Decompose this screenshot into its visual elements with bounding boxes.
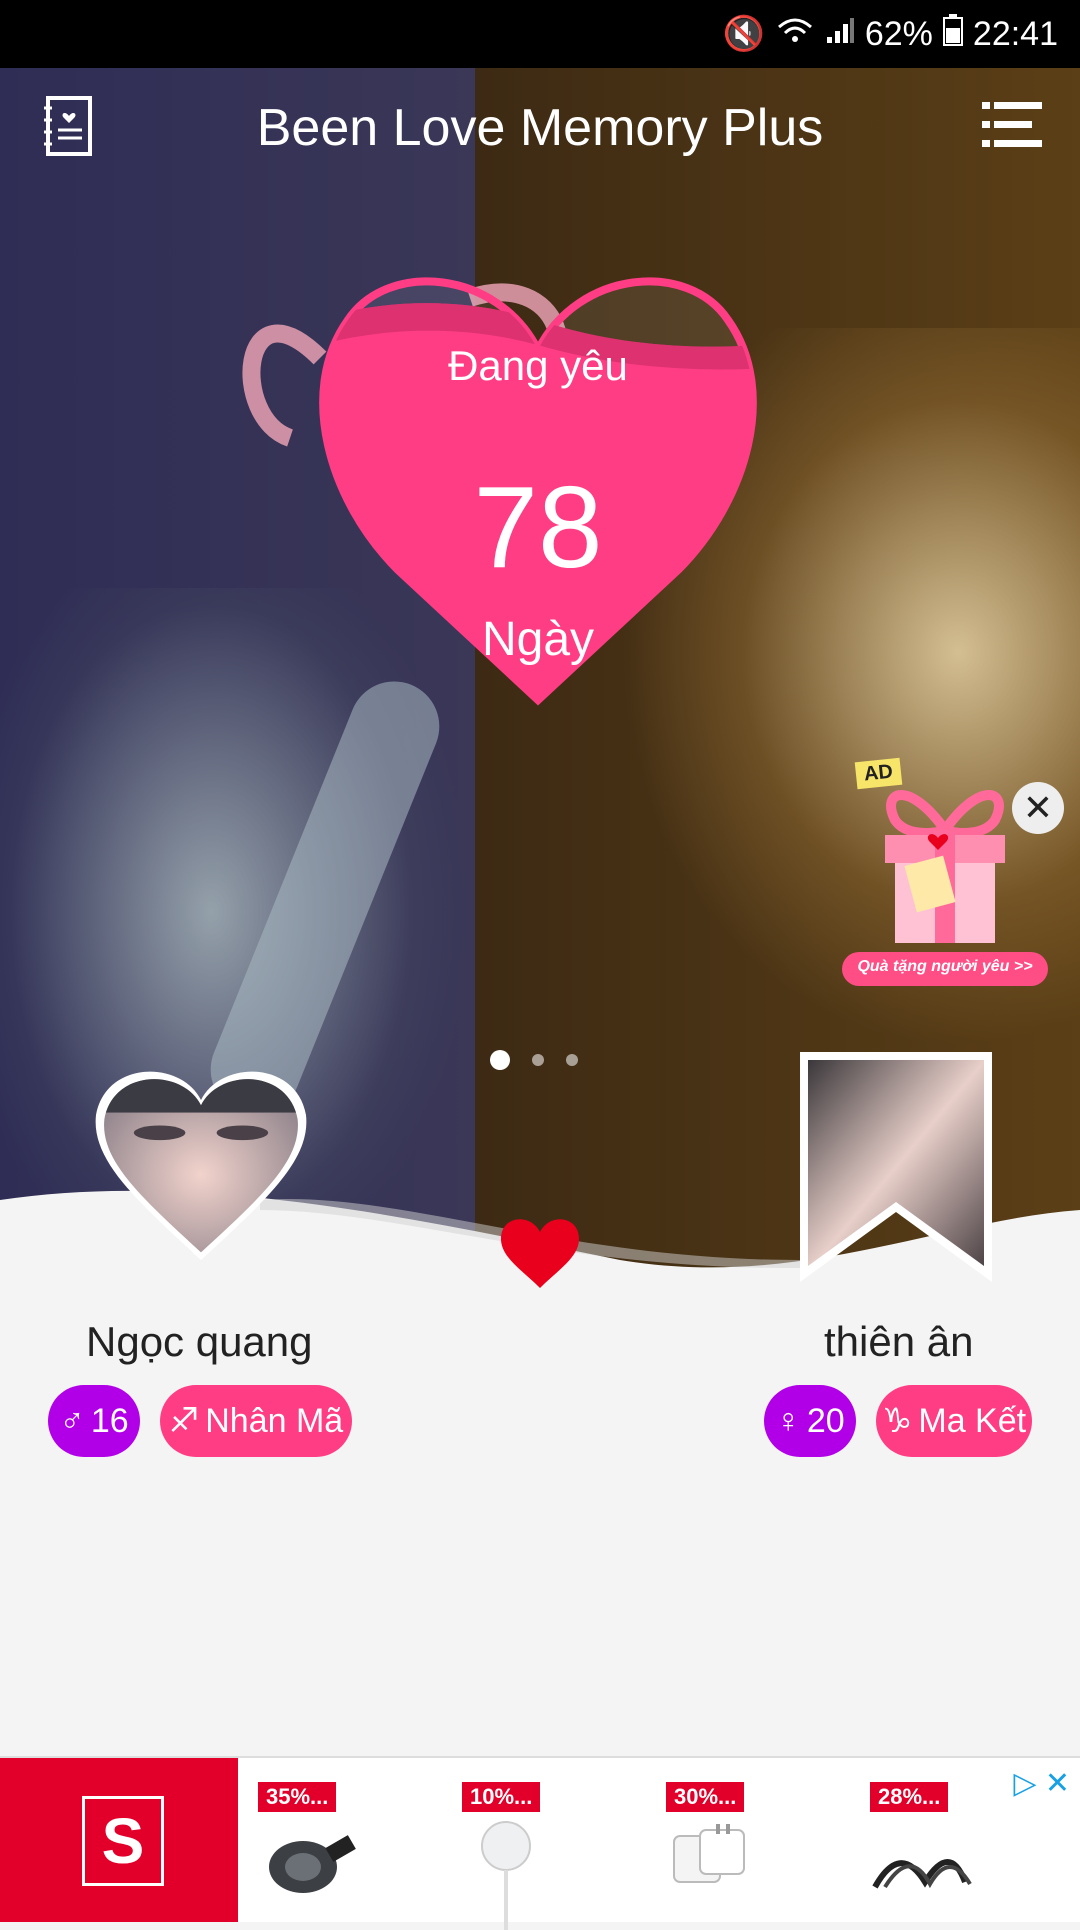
car-charger-icon — [269, 1835, 356, 1893]
sagittarius-icon: ♐ — [168, 1402, 200, 1440]
discount-tag: 30%... — [666, 1782, 745, 1812]
battery-icon — [942, 13, 963, 55]
ad-product-wall-charger[interactable]: 30%... — [666, 1782, 826, 1912]
female-icon: ♀ — [775, 1401, 801, 1440]
person-left-name: Ngọc quang — [86, 1318, 313, 1365]
zodiac-badge-right[interactable]: ♑ Ma Kết — [876, 1385, 1032, 1457]
close-icon: ✕ — [1022, 787, 1054, 828]
shop-logo-letter: S — [82, 1796, 164, 1886]
counter-days: 78 — [473, 462, 603, 592]
ad-product-cable[interactable]: 28%... — [870, 1782, 1030, 1912]
ad-badge: AD — [854, 757, 903, 790]
pennant-avatar-frame — [800, 1052, 992, 1282]
avatar-right[interactable] — [800, 1052, 992, 1282]
heart-avatar-frame — [95, 1071, 307, 1260]
counter-top-label: Đang yêu — [448, 342, 628, 389]
adchoices-icon[interactable]: ▷ ✕ — [1013, 1766, 1070, 1801]
discount-tag: 35%... — [258, 1782, 337, 1812]
battery-level: 62% — [864, 14, 933, 53]
list-menu-icon — [982, 102, 1042, 147]
male-icon: ♂ — [59, 1401, 85, 1440]
status-icons: 🔇 62% 22:41 — [722, 0, 1058, 68]
app-title: Been Love Memory Plus — [256, 99, 824, 157]
pager-dot[interactable] — [566, 1054, 578, 1066]
zodiac-right: Ma Kết — [918, 1401, 1027, 1440]
wifi-icon — [775, 15, 815, 54]
signal-icon — [825, 15, 855, 54]
discount-tag: 10%... — [462, 1782, 541, 1812]
app-bar: Been Love Memory Plus — [0, 68, 1080, 198]
clock: 22:41 — [972, 14, 1058, 53]
pager-dots — [490, 1050, 578, 1070]
ad-banner[interactable]: S 35%... 10%... 30%... 28%... ▷ ✕ — [0, 1756, 1080, 1930]
love-counter-heart[interactable]: Đang yêu 78 Ngày — [268, 240, 808, 770]
wall-charger-icon — [673, 1824, 745, 1883]
zodiac-left: Nhân Mã — [205, 1401, 344, 1440]
menu-button[interactable] — [982, 100, 1044, 150]
age-left: 16 — [90, 1401, 129, 1440]
counter-unit: Ngày — [481, 613, 595, 666]
ad-product-wireless-charger[interactable]: 10%... — [462, 1782, 622, 1930]
mute-icon: 🔇 — [722, 15, 765, 53]
age-right: 20 — [806, 1401, 845, 1440]
pager-dot[interactable] — [490, 1050, 510, 1070]
close-ad-button[interactable]: ✕ — [1012, 782, 1064, 834]
gift-caption: Quà tặng người yêu >> — [857, 958, 1033, 975]
person-right-name: thiên ân — [824, 1318, 974, 1365]
zodiac-badge-left[interactable]: ♐ Nhân Mã — [160, 1385, 352, 1457]
wireless-charger-icon — [481, 1821, 531, 1930]
center-heart-icon — [498, 1214, 582, 1290]
pager-dot[interactable] — [532, 1054, 544, 1066]
shop-logo[interactable]: S — [0, 1758, 238, 1922]
status-bar: 🔇 62% 22:41 — [0, 0, 1080, 68]
usb-cable-icon — [872, 1859, 972, 1889]
avatar-left[interactable] — [86, 1060, 316, 1270]
capricorn-icon: ♑ — [881, 1402, 913, 1440]
age-badge-left[interactable]: ♂ 16 — [48, 1385, 140, 1457]
ad-product-car-charger[interactable]: 35%... — [258, 1782, 418, 1912]
age-badge-right[interactable]: ♀ 20 — [764, 1385, 856, 1457]
discount-tag: 28%... — [870, 1782, 949, 1812]
